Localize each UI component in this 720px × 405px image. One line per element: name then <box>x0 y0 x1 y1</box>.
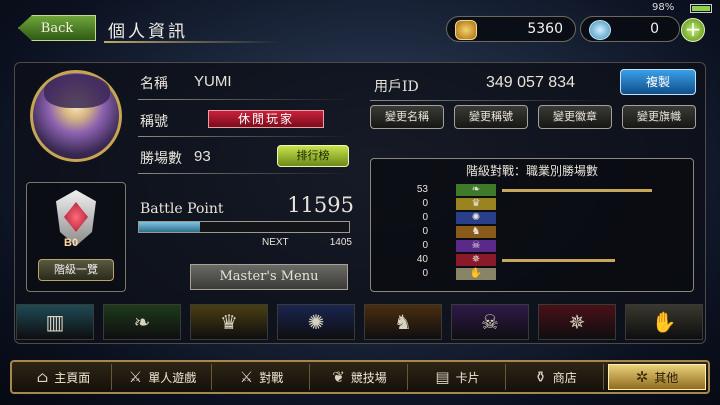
next-value: 1405 <box>329 237 352 248</box>
class-tab-leaf-icon[interactable]: ❧ <box>103 304 181 340</box>
class-wins-title: 階級對戰：職業別勝場數 <box>465 164 598 178</box>
class-wins-value: 0 <box>422 198 428 209</box>
bat-icon: ✵ <box>456 254 496 266</box>
name-label: 名稱 <box>140 76 168 92</box>
battle-point-value: 11595 <box>287 193 354 217</box>
class-wins-value: 0 <box>422 212 428 223</box>
change-title-button[interactable]: 變更稱號 <box>454 105 528 129</box>
class-wins-value: 40 <box>416 254 428 265</box>
nav-cards[interactable]: ▤ 卡片 <box>410 364 506 390</box>
nav-other[interactable]: ✲ 其他 <box>608 364 706 390</box>
add-crystal-button[interactable]: + <box>681 18 705 42</box>
rank-list-button[interactable]: 階級一覽 <box>38 259 114 281</box>
class-wins-value: 0 <box>422 268 428 279</box>
other-icon: ✲ <box>635 368 649 386</box>
class-tab-star-icon[interactable]: ✺ <box>277 304 355 340</box>
claw-icon: ✋ <box>456 268 496 280</box>
class-wins-value: 0 <box>422 240 428 251</box>
change-flag-button[interactable]: 變更旗幟 <box>622 105 696 129</box>
skull-icon: ☠ <box>456 240 496 252</box>
cards-icon: ▤ <box>435 368 450 386</box>
masters-menu-button[interactable]: Master's Menu <box>190 264 348 290</box>
ranking-button[interactable]: 排行榜 <box>277 145 349 167</box>
class-wins-row: 0 ✺ <box>422 212 684 225</box>
battle-point-fill <box>139 222 200 232</box>
back-label: Back <box>40 20 74 36</box>
rank-badge-text: B0 <box>64 237 79 249</box>
star-icon: ✺ <box>456 212 496 224</box>
title-badge: 休閒玩家 <box>208 110 324 128</box>
battle-point-label: Battle Point <box>140 201 224 217</box>
nav-solo[interactable]: ⚔ 單人遊戲 <box>114 364 212 390</box>
class-wins-value: 53 <box>416 184 428 195</box>
avatar-hat-shape <box>44 74 110 108</box>
nav-battle[interactable]: ⚔ 對戰 <box>214 364 310 390</box>
class-tab-dragon-icon[interactable]: ♞ <box>364 304 442 340</box>
crystal-counter: 0 <box>580 16 680 42</box>
coin-value: 5360 <box>527 21 563 37</box>
battle-point-progress <box>138 221 350 233</box>
battery-text: 98% <box>652 2 675 13</box>
nav-cards-label: 卡片 <box>455 370 480 385</box>
crystal-value: 0 <box>650 21 659 37</box>
wins-label: 勝場數 <box>140 151 182 167</box>
crown-icon: ♛ <box>456 198 496 210</box>
class-wins-row: 0 ♛ <box>422 198 684 211</box>
coin-bag-icon <box>455 20 477 40</box>
divider <box>138 136 350 137</box>
home-icon: ⌂ <box>36 368 49 386</box>
class-tab-cards-icon[interactable]: ▥ <box>16 304 94 340</box>
user-id-label: 用戶ID <box>374 79 419 95</box>
class-wins-row: 40 ✵ <box>417 254 684 267</box>
class-tab-bat-icon[interactable]: ✵ <box>538 304 616 340</box>
nav-shop-label: 商店 <box>552 370 577 385</box>
battery-icon <box>690 4 712 13</box>
class-wins-bar <box>502 189 653 192</box>
copy-button[interactable]: 複製 <box>620 69 696 95</box>
divider <box>138 99 350 100</box>
next-label: NEXT <box>262 237 289 248</box>
name-value: YUMI <box>194 73 232 90</box>
change-name-button[interactable]: 變更名稱 <box>370 105 444 129</box>
nav-arena-label: 競技場 <box>350 370 387 385</box>
page-title: 個人資訊 <box>108 22 188 42</box>
nav-home-label: 主頁面 <box>54 370 91 385</box>
class-wins-bar <box>502 259 616 262</box>
class-wins-row: 0 ☠ <box>422 240 684 253</box>
back-button[interactable]: Back <box>18 15 96 41</box>
crystal-icon <box>589 20 611 40</box>
class-wins-row: 53 ❧ <box>417 184 684 197</box>
nav-home[interactable]: ⌂ 主頁面 <box>16 364 112 390</box>
leaf-icon: ❧ <box>456 184 496 196</box>
wins-value: 93 <box>194 148 211 165</box>
shop-icon: ⚱ <box>534 368 547 386</box>
sword-icon: ⚔ <box>128 368 143 386</box>
nav-arena[interactable]: ❦ 競技場 <box>312 364 408 390</box>
nav-solo-label: 單人遊戲 <box>148 370 197 385</box>
change-emblem-button[interactable]: 變更徽章 <box>538 105 612 129</box>
crossed-swords-icon: ⚔ <box>239 368 254 386</box>
dragon-icon: ♞ <box>456 226 496 238</box>
nav-battle-label: 對戰 <box>259 370 284 385</box>
title-label: 稱號 <box>140 114 168 130</box>
nav-other-label: 其他 <box>654 370 679 385</box>
title-underline <box>104 41 280 43</box>
divider <box>138 173 350 174</box>
class-tab-crown-icon[interactable]: ♛ <box>190 304 268 340</box>
class-tab-skull-icon[interactable]: ☠ <box>451 304 529 340</box>
class-tab-claw-icon[interactable]: ✋ <box>625 304 703 340</box>
class-wins-row: 0 ✋ <box>422 268 684 281</box>
class-wins-row: 0 ♞ <box>422 226 684 239</box>
divider <box>370 100 610 101</box>
coin-counter: 5360 <box>446 16 576 42</box>
class-wins-value: 0 <box>422 226 428 237</box>
laurel-icon: ❦ <box>332 368 345 386</box>
nav-shop[interactable]: ⚱ 商店 <box>508 364 604 390</box>
user-id-value: 349 057 834 <box>486 74 575 91</box>
